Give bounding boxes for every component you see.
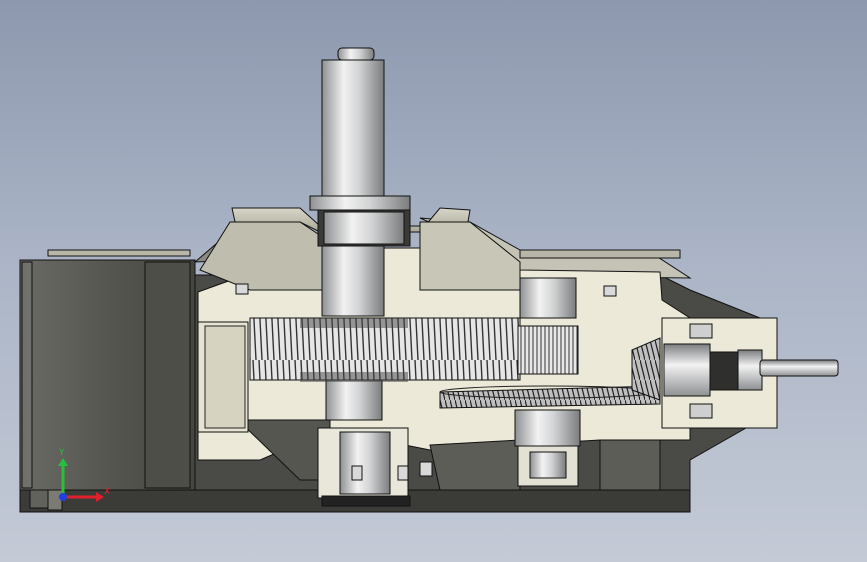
gearbox-section-drawing: X Y: [19, 47, 839, 513]
rotor-cylinder: [197, 321, 249, 433]
y-axis-label: Y: [58, 448, 65, 458]
x-axis-label: X: [104, 487, 110, 497]
motor-block: [19, 259, 196, 491]
z-axis-marker: [59, 493, 67, 501]
cad-viewport[interactable]: X Y: [0, 0, 867, 562]
spur-gear-large: [249, 317, 521, 382]
input-shaft-assembly: [631, 317, 839, 429]
